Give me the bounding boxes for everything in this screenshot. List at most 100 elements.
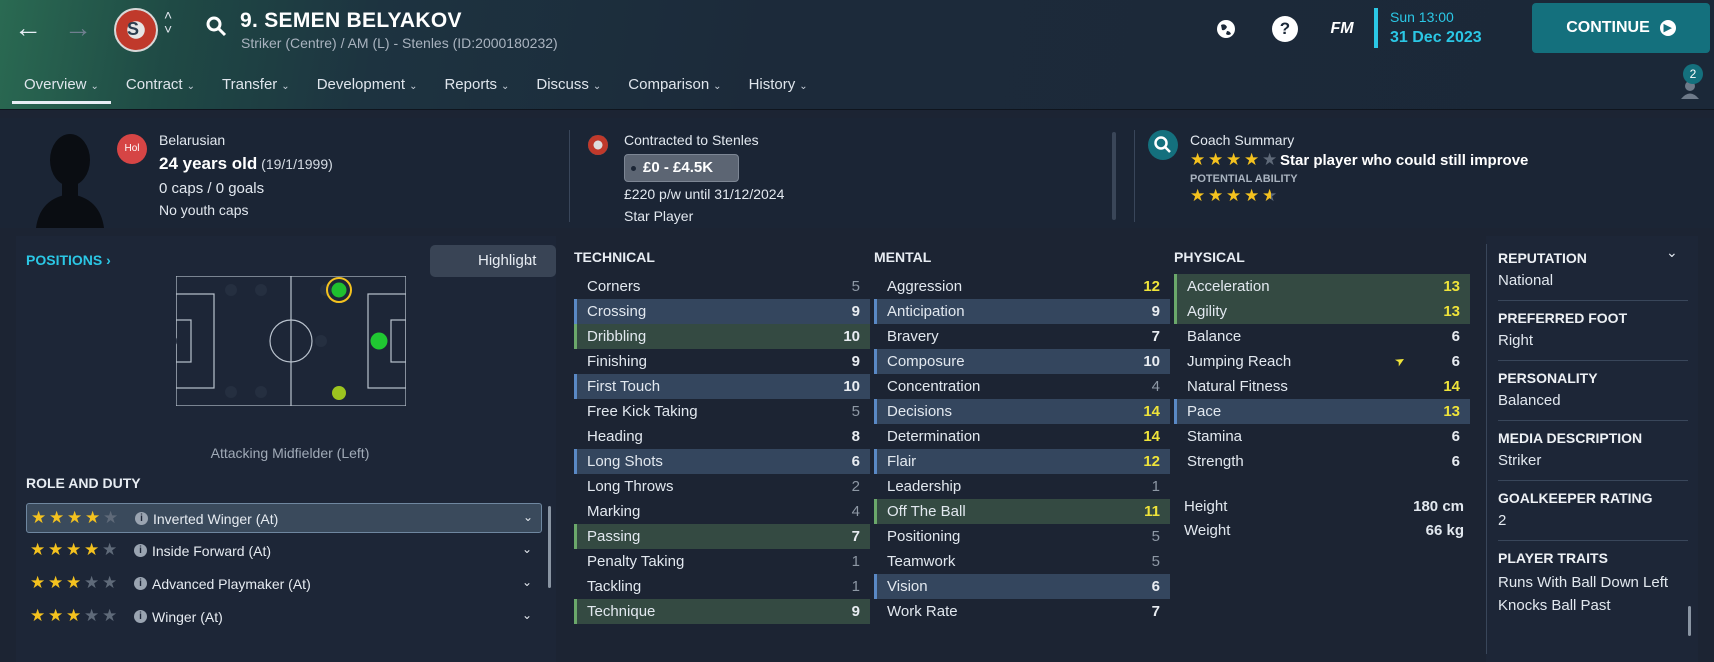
info-icon[interactable]: i — [135, 512, 148, 525]
attribute-name: Tackling — [587, 578, 642, 595]
nationality-flag-icon[interactable]: Hol — [117, 134, 147, 164]
player-info-strip: Hol Belarusian 24 years old (19/1/1999) … — [0, 118, 1714, 228]
attribute-value: 13 — [1443, 278, 1460, 295]
attribute-value: 7 — [1151, 603, 1160, 620]
attribute-value: 6 — [1151, 578, 1160, 595]
back-arrow-icon[interactable]: ← — [14, 14, 42, 42]
position-marker-amr — [332, 386, 346, 400]
tab-label: Development — [316, 76, 406, 93]
summary-scrollbar[interactable] — [1688, 606, 1691, 636]
date-accent-bar — [1374, 8, 1378, 48]
info-icon[interactable]: i — [134, 544, 147, 557]
tab-history[interactable]: History ⌄ — [737, 72, 820, 104]
attribute-value: 7 — [1151, 328, 1160, 345]
star-icon: ★ — [84, 606, 100, 625]
chevron-down-icon[interactable]: ⌄ — [522, 608, 532, 622]
role-row[interactable]: ★ ★ ★ ★ ★ i Winger (At) ⌄ — [26, 602, 542, 632]
role-scrollbar[interactable] — [548, 506, 551, 588]
role-stars: ★ ★ ★ ★ ★ — [30, 574, 118, 591]
current-ability-stars: ★ ★ ★ ★ ★ — [1190, 150, 1278, 169]
attribute-name: Off The Ball — [887, 503, 966, 520]
chevron-down-icon[interactable]: ⌄ — [1666, 244, 1678, 261]
attribute-value: 14 — [1143, 403, 1160, 420]
attribute-name: Concentration — [887, 378, 981, 395]
attribute-name: Aggression — [887, 278, 963, 295]
attribute-name: Vision — [887, 578, 928, 595]
globe-icon[interactable] — [1213, 16, 1239, 42]
star-icon: ★ — [66, 606, 82, 625]
club-switch-chevrons-icon[interactable]: ˄ ˅ — [164, 8, 172, 36]
summary-label: PERSONALITY — [1498, 370, 1598, 386]
star-icon: ★ — [48, 540, 64, 559]
tab-development[interactable]: Development ⌄ — [305, 72, 430, 104]
tab-reports[interactable]: Reports ⌄ — [432, 72, 521, 104]
chevron-down-icon[interactable]: ⌄ — [522, 575, 532, 589]
attribute-value: 9 — [851, 353, 860, 370]
weight-value: 66 kg — [1425, 522, 1464, 539]
role-row[interactable]: ★ ★ ★ ★ ★ i Advanced Playmaker (At) ⌄ — [26, 569, 542, 599]
chevron-down-icon: ⌄ — [501, 81, 510, 92]
continue-button[interactable]: CONTINUE ▶ — [1532, 3, 1710, 53]
role-row[interactable]: ★ ★ ★ ★ ★ i Inside Forward (At) ⌄ — [26, 536, 542, 566]
role-label: Inverted Winger (At) — [153, 511, 279, 527]
attribute-name: Heading — [587, 428, 643, 445]
positions-link[interactable]: POSITIONS › — [26, 252, 111, 268]
mental-header: MENTAL — [874, 249, 932, 265]
help-icon[interactable]: ? — [1272, 16, 1298, 42]
progress-arrow-icon: ➤ — [1392, 352, 1408, 370]
star-icon: ★ — [1244, 150, 1260, 169]
tab-label: Reports — [444, 76, 497, 93]
attribute-name: Bravery — [887, 328, 939, 345]
role-row[interactable]: ★ ★ ★ ★ ★ i Inverted Winger (At) ⌄ — [26, 503, 542, 533]
attribute-value: 2 — [851, 478, 860, 495]
physical-header: PHYSICAL — [1174, 249, 1245, 265]
chevron-down-icon: ⌄ — [186, 81, 195, 92]
tab-comparison[interactable]: Comparison ⌄ — [616, 72, 733, 104]
attribute-row: Bravery 7 — [874, 324, 1170, 349]
coach-search-icon[interactable] — [1148, 130, 1178, 160]
attribute-row: First Touch 10 — [574, 374, 870, 399]
attribute-name: Determination — [887, 428, 981, 445]
club-badge-small-icon[interactable] — [588, 135, 608, 155]
squad-status: Star Player — [624, 208, 694, 224]
chevron-down-icon: ⌄ — [713, 81, 722, 92]
star-icon: ★ — [48, 606, 64, 625]
youth-caps: No youth caps — [159, 202, 249, 218]
fm-logo[interactable]: FM — [1323, 16, 1361, 42]
tab-contract[interactable]: Contract ⌄ — [114, 72, 207, 104]
attribute-name: Corners — [587, 278, 641, 295]
search-icon[interactable] — [204, 14, 228, 38]
attribute-row: Decisions 14 — [874, 399, 1170, 424]
info-icon[interactable]: i — [134, 577, 147, 590]
attribute-name: Work Rate — [887, 603, 958, 620]
attribute-name: Passing — [587, 528, 641, 545]
highlight-dropdown[interactable]: Highlight ⌄ — [430, 245, 556, 277]
role-duty-header: ROLE AND DUTY — [26, 475, 141, 491]
attribute-value: 6 — [1451, 328, 1460, 345]
attribute-name: Leadership — [887, 478, 962, 495]
divider — [1486, 244, 1487, 654]
technical-header: TECHNICAL — [574, 249, 655, 265]
attribute-row: Composure 10 — [874, 349, 1170, 374]
attribute-row: Concentration 4 — [874, 374, 1170, 399]
club-badge-icon[interactable]: S — [114, 8, 158, 52]
info-icon[interactable]: i — [134, 610, 147, 623]
tab-discuss[interactable]: Discuss ⌄ — [524, 72, 613, 104]
tab-transfer[interactable]: Transfer ⌄ — [210, 72, 302, 104]
star-icon: ★ — [1208, 186, 1224, 205]
tab-label: Comparison — [628, 76, 710, 93]
attribute-name: Finishing — [587, 353, 648, 370]
potential-ability-label: POTENTIAL ABILITY — [1190, 173, 1298, 185]
forward-arrow-icon[interactable]: → — [64, 14, 92, 42]
trait-item: Knocks Ball Past — [1498, 597, 1611, 614]
tab-overview[interactable]: Overview ⌄ — [12, 72, 111, 104]
attribute-value: 9 — [851, 603, 860, 620]
star-icon: ★ — [1262, 186, 1278, 205]
attribute-name: Long Shots — [587, 453, 663, 470]
value-tag[interactable]: £0 - £4.5K — [624, 154, 739, 182]
star-icon: ★ — [1244, 186, 1260, 205]
chevron-down-icon[interactable]: ⌄ — [522, 542, 532, 556]
attribute-value: 10 — [843, 328, 860, 345]
attribute-name: Marking — [587, 503, 641, 520]
chevron-down-icon[interactable]: ⌄ — [523, 510, 533, 524]
